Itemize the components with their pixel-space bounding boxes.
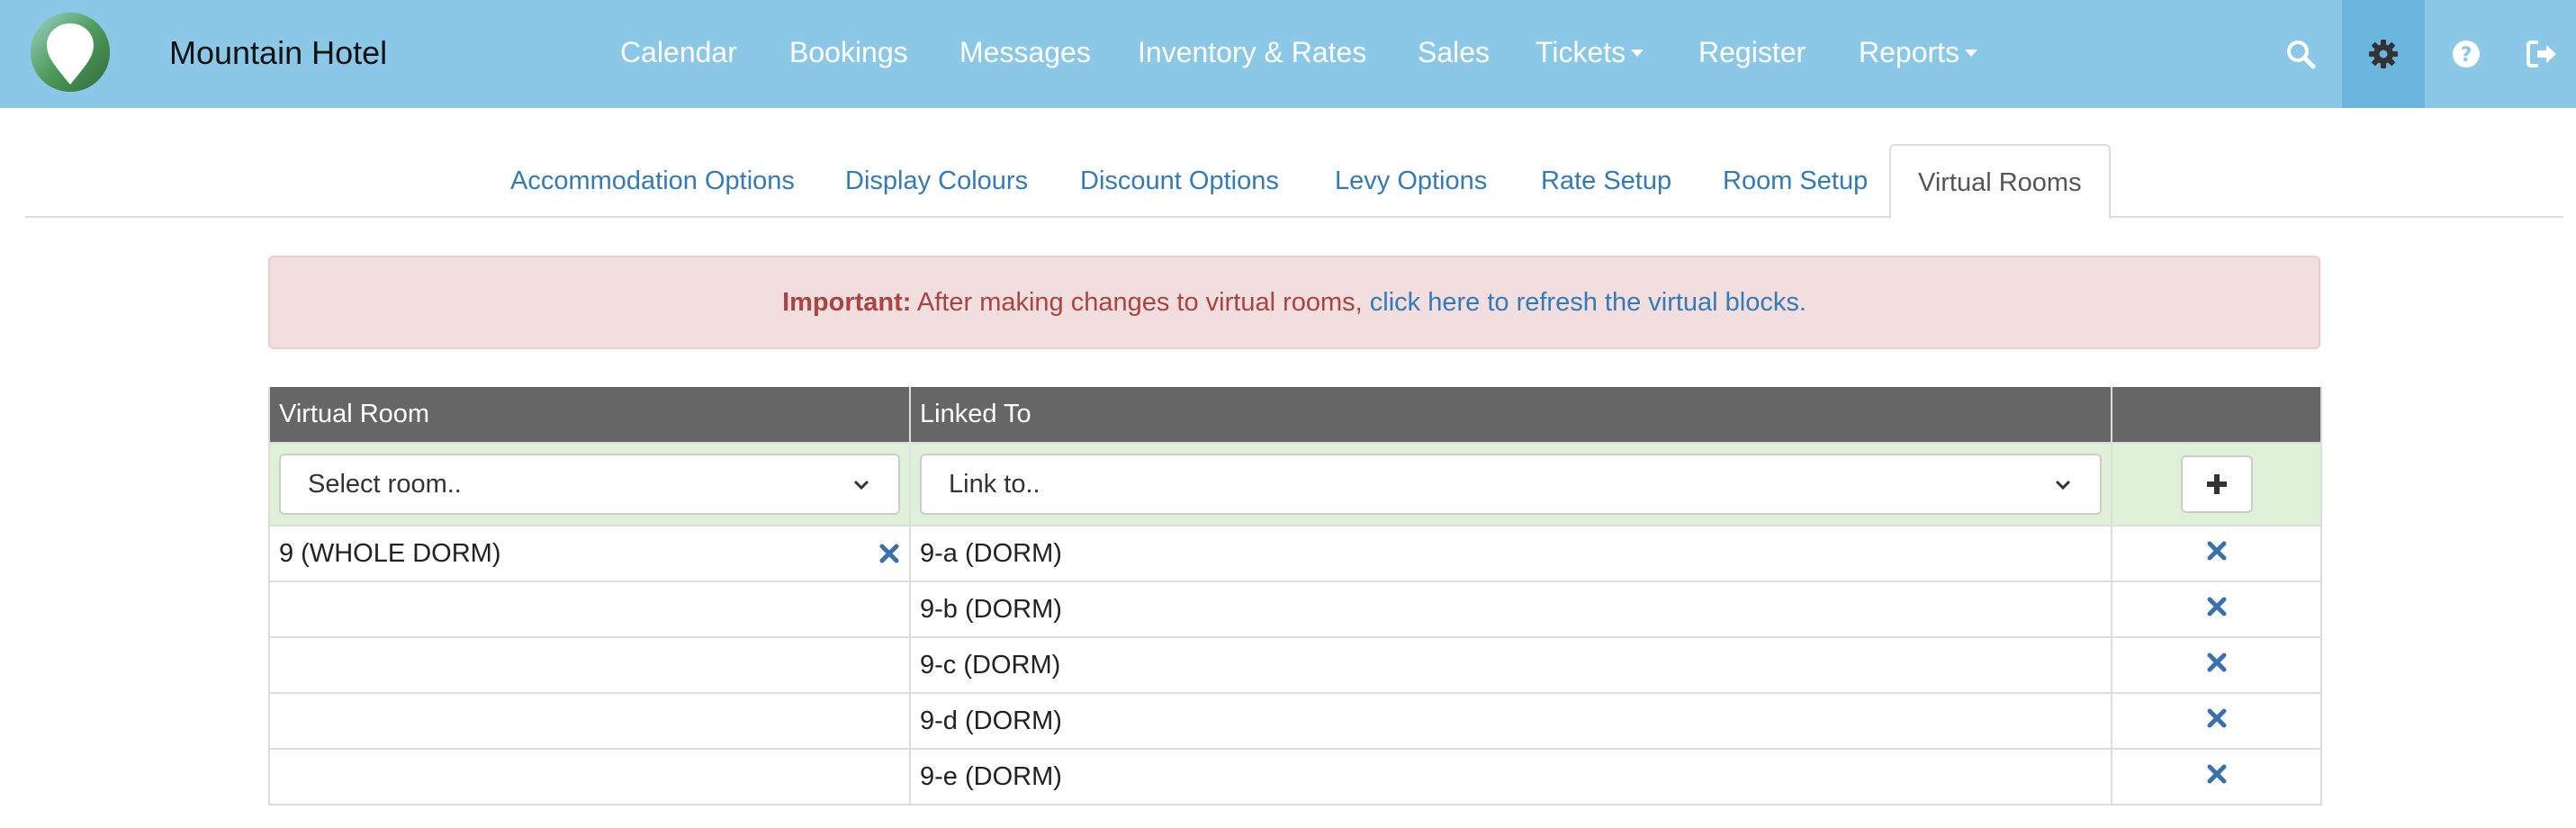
header-linked-to: Linked To: [909, 387, 2112, 444]
top-navbar: Mountain Hotel Calendar Bookings Message…: [0, 0, 2576, 108]
gear-icon[interactable]: [2342, 0, 2425, 108]
add-link-button[interactable]: [2180, 455, 2253, 513]
nav-inventory-rates[interactable]: Inventory & Rates: [1138, 0, 1366, 108]
remove-link-icon[interactable]: [2206, 540, 2228, 562]
table-row: 9-e (DORM): [268, 748, 2322, 806]
action-cell: [2111, 748, 2322, 806]
virtual-room-cell: 9 (WHOLE DORM): [268, 525, 911, 582]
linked-to-cell: 9-c (DORM): [909, 636, 2112, 694]
chevron-down-icon: [853, 480, 869, 490]
virtual-room-cell: [268, 580, 911, 638]
virtual-rooms-table: Virtual Room Linked To Select room.. Lin…: [268, 387, 2322, 806]
linked-to-cell: 9-b (DORM): [909, 580, 2112, 638]
tab-rate-setup[interactable]: Rate Setup: [1541, 144, 1671, 218]
nav-sales[interactable]: Sales: [1418, 0, 1490, 108]
virtual-room-cell: [268, 636, 911, 694]
brand-name[interactable]: Mountain Hotel: [169, 0, 387, 108]
remove-link-icon[interactable]: [2206, 707, 2228, 729]
tab-display-colours[interactable]: Display Colours: [845, 144, 1028, 218]
help-icon[interactable]: ?: [2425, 0, 2508, 108]
room-select-cell: Select room..: [268, 442, 911, 526]
link-to-select[interactable]: Link to..: [920, 454, 2102, 515]
nav-tickets-label: Tickets: [1536, 36, 1626, 68]
header-actions: [2111, 387, 2322, 444]
virtual-room-name: 9 (WHOLE DORM): [279, 538, 501, 568]
nav-reports[interactable]: Reports: [1859, 0, 1978, 108]
refresh-virtual-blocks-link[interactable]: click here to refresh the virtual blocks…: [1370, 288, 1806, 317]
table-row: 9 (WHOLE DORM) 9-a (DORM): [268, 525, 2322, 582]
linked-to-cell: 9-e (DORM): [909, 748, 2112, 806]
important-alert: Important: After making changes to virtu…: [268, 256, 2320, 349]
settings-tabs: Accommodation Options Display Colours Di…: [25, 144, 2563, 220]
tab-virtual-rooms[interactable]: Virtual Rooms: [1889, 144, 2111, 220]
remove-link-icon[interactable]: [2206, 652, 2228, 673]
alert-strong: Important:: [782, 288, 912, 317]
linked-to-cell: 9-a (DORM): [909, 525, 2112, 582]
tab-discount-options[interactable]: Discount Options: [1080, 144, 1279, 218]
nav-reports-label: Reports: [1859, 36, 1960, 68]
search-icon[interactable]: [2259, 0, 2342, 108]
nav-tickets[interactable]: Tickets: [1536, 0, 1644, 108]
remove-virtual-room-icon[interactable]: [878, 543, 900, 564]
link-to-select-value: Link to..: [949, 469, 1040, 499]
logout-icon[interactable]: [2508, 0, 2576, 108]
alert-text: After making changes to virtual rooms,: [911, 288, 1370, 317]
virtual-room-select-value: Select room..: [308, 469, 462, 499]
add-link-row: Select room.. Link to..: [268, 442, 2322, 526]
tab-accommodation-options[interactable]: Accommodation Options: [510, 144, 795, 218]
table-header-row: Virtual Room Linked To: [268, 387, 2322, 444]
hotel-logo[interactable]: [29, 11, 112, 94]
tab-room-setup[interactable]: Room Setup: [1723, 144, 1868, 218]
add-button-cell: [2111, 442, 2322, 526]
virtual-room-cell: [268, 748, 911, 806]
linked-to-cell: 9-d (DORM): [909, 692, 2112, 750]
table-row: 9-b (DORM): [268, 580, 2322, 638]
nav-bookings[interactable]: Bookings: [789, 0, 908, 108]
action-cell: [2111, 580, 2322, 638]
plus-icon: [2206, 474, 2227, 494]
virtual-room-cell: [268, 692, 911, 750]
action-cell: [2111, 636, 2322, 694]
link-select-cell: Link to..: [909, 442, 2112, 526]
svg-text:?: ?: [2461, 44, 2472, 67]
action-cell: [2111, 692, 2322, 750]
remove-link-icon[interactable]: [2206, 596, 2228, 617]
table-row: 9-c (DORM): [268, 636, 2322, 694]
caret-down-icon: [1631, 49, 1644, 57]
header-virtual-room: Virtual Room: [268, 387, 911, 444]
nav-messages[interactable]: Messages: [959, 0, 1091, 108]
nav-calendar[interactable]: Calendar: [620, 0, 737, 108]
table-row: 9-d (DORM): [268, 692, 2322, 750]
remove-link-icon[interactable]: [2206, 763, 2228, 785]
action-cell: [2111, 525, 2322, 582]
caret-down-icon: [1965, 49, 1978, 57]
nav-register[interactable]: Register: [1698, 0, 1806, 108]
chevron-down-icon: [2055, 480, 2071, 490]
tab-levy-options[interactable]: Levy Options: [1335, 144, 1487, 218]
virtual-room-select[interactable]: Select room..: [279, 454, 900, 515]
